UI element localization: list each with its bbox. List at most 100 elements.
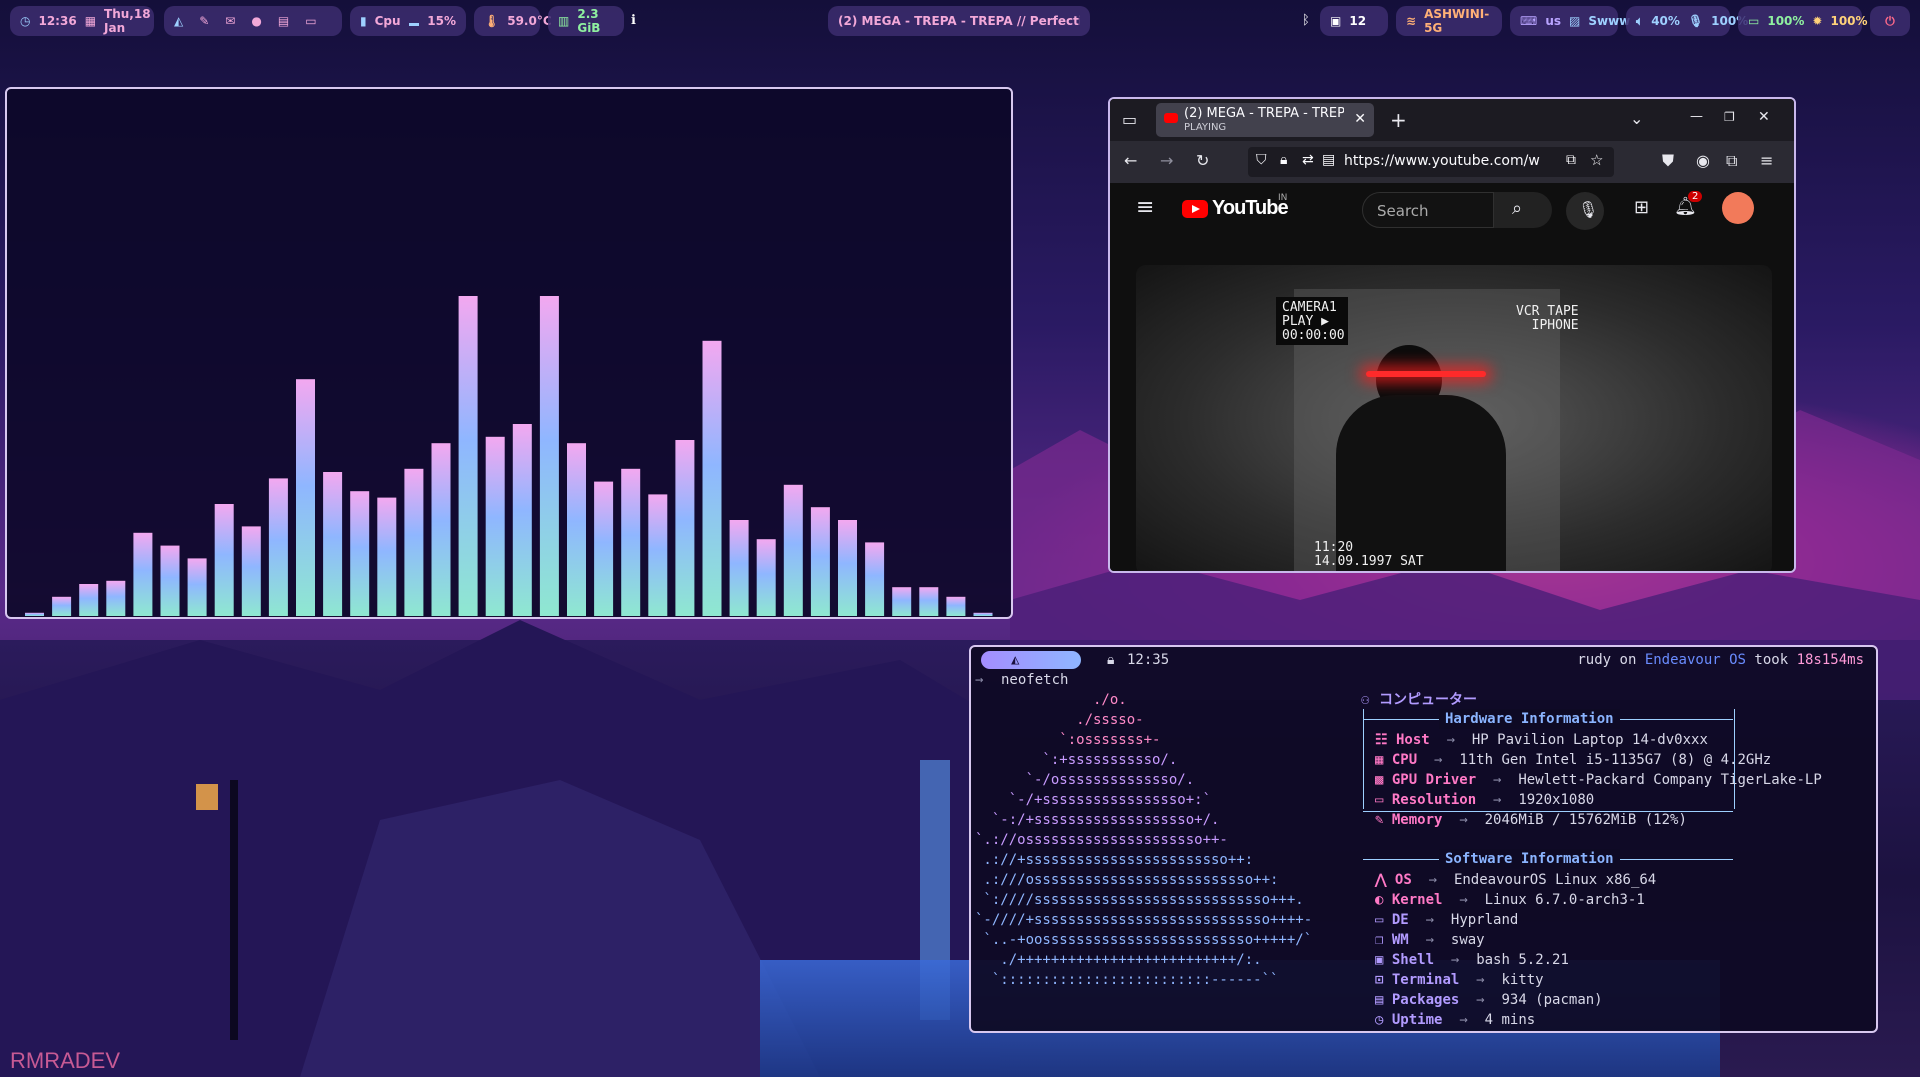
hw-key: Host xyxy=(1396,732,1430,748)
visualizer-bar xyxy=(512,424,532,616)
hardware-row: ✎ Memory → 2046MiB / 15762MiB (12%) xyxy=(1375,810,1687,830)
visualizer-bar xyxy=(621,468,641,616)
visualizer-bar xyxy=(458,296,478,616)
video-player[interactable]: CAMERA1 PLAY ▶ 00:00:00 VCR TAPE IPHONE … xyxy=(1136,265,1772,571)
visualizer-bar xyxy=(919,587,939,616)
tab-close-icon[interactable]: ✕ xyxy=(1354,111,1366,127)
now-playing-widget[interactable]: (2) MEGA - TREPA - TREPA // Perfection .… xyxy=(828,6,1090,36)
wallpaper-icon: ▨ xyxy=(1569,14,1581,28)
hw-row-icon: ▩ xyxy=(1375,772,1384,788)
hw-row-icon: ▦ xyxy=(1375,752,1384,768)
close-window-icon[interactable]: ✕ xyxy=(1758,109,1770,125)
visualizer-bars xyxy=(25,296,993,616)
visualizer-bar xyxy=(675,440,695,616)
sw-value: kitty xyxy=(1501,972,1544,988)
forward-icon[interactable]: → xyxy=(1160,151,1173,170)
account-icon[interactable]: ◉ xyxy=(1696,151,1710,170)
info-icon[interactable]: ℹ xyxy=(631,13,636,28)
wifi-widget[interactable]: ≋ ASHWINI-5G xyxy=(1396,6,1502,36)
power-button[interactable]: ⏻ xyxy=(1870,6,1910,36)
software-row: ▭ DE → Hyprland xyxy=(1375,910,1518,930)
extensions-icon[interactable]: ⧉ xyxy=(1726,151,1737,171)
software-row: ◐ Kernel → Linux 6.7.0-arch3-1 xyxy=(1375,890,1645,910)
software-row: ⋀ OS → EndeavourOS Linux x86_64 xyxy=(1375,870,1656,890)
ascii-line: `-/ossssssssssssso/. xyxy=(975,772,1195,788)
voice-search-button[interactable]: 🎙︎ xyxy=(1566,192,1604,230)
wifi-ssid: ASHWINI-5G xyxy=(1424,7,1490,35)
sw-key: WM xyxy=(1391,932,1409,948)
sw-key: Shell xyxy=(1391,952,1435,968)
visualizer-bar xyxy=(106,580,126,616)
hw-key: Resolution xyxy=(1391,792,1477,808)
visualizer-bar xyxy=(404,468,424,616)
clock-widget[interactable]: ◷ 12:36 ▦ Thu,18 Jan xyxy=(10,6,154,36)
prompt-os: Endeavour OS xyxy=(1644,652,1746,668)
ascii-line: `:osssssss+- xyxy=(975,732,1161,748)
hw-key: GPU Driver xyxy=(1391,772,1477,788)
create-video-icon[interactable]: ⊞ xyxy=(1634,197,1649,218)
visualizer-bar xyxy=(25,612,44,616)
visualizer-bar xyxy=(160,545,180,616)
sw-row-icon: ▤ xyxy=(1375,992,1384,1008)
cpu-icon: ▮ xyxy=(360,14,367,28)
maximize-icon[interactable]: ❐ xyxy=(1724,110,1735,124)
chat-icon[interactable]: ● xyxy=(251,14,261,28)
cpu-label: Cpu xyxy=(374,14,401,28)
menu-icon[interactable]: ≡ xyxy=(1760,151,1773,170)
youtube-wordmark[interactable]: YouTube xyxy=(1212,197,1289,220)
updates-widget[interactable]: ▣ 12 xyxy=(1320,6,1388,36)
hamburger-menu-icon[interactable]: ≡ xyxy=(1136,195,1154,220)
keyboard-wallpaper-widget[interactable]: ⌨ us ▨ Swww xyxy=(1510,6,1630,36)
hardware-section-title: Hardware Information xyxy=(1439,709,1620,729)
endeavour-logo-icon[interactable]: ◭ xyxy=(174,14,183,28)
visualizer-bar xyxy=(323,472,343,616)
visualizer-bar xyxy=(838,520,857,616)
memory-widget[interactable]: ▥ 2.3 GiB xyxy=(548,6,624,36)
app-launcher-group: ◭ ✎ ✉ ● ▤ ▭ xyxy=(164,6,342,36)
visualizer-bar xyxy=(350,491,370,616)
battery-value: 100% xyxy=(1767,14,1805,28)
bluetooth-icon[interactable]: ᛒ xyxy=(1302,13,1310,28)
pocket-icon[interactable]: ⛊ xyxy=(1662,151,1674,171)
audio-widget[interactable]: 🔈︎ 40% 🎙︎ 100% xyxy=(1626,6,1748,36)
temperature-widget[interactable]: 🌡︎ 59.0°C xyxy=(474,6,552,36)
avatar[interactable] xyxy=(1722,192,1754,224)
visualizer-bar xyxy=(79,584,99,616)
youtube-search-button[interactable]: ⌕ xyxy=(1494,192,1552,228)
audio-visualizer-window[interactable] xyxy=(5,87,1013,619)
youtube-region: IN xyxy=(1278,193,1288,203)
brush-icon[interactable]: ✎ xyxy=(199,14,209,28)
arrow-icon: → xyxy=(1476,992,1485,1008)
youtube-logo-icon[interactable] xyxy=(1182,200,1208,218)
visualizer-bar xyxy=(268,478,288,616)
chevron-down-icon[interactable]: ⌄ xyxy=(1630,109,1643,128)
kitty-terminal-window[interactable]: ◭ 🔒︎ 12:35 rudy on Endeavour OS took 18s… xyxy=(969,645,1878,1033)
visualizer-bar xyxy=(973,612,993,616)
software-row: ◷ Uptime → 4 mins xyxy=(1375,1010,1535,1030)
ascii-line: `:::::::::::::::::::::::::------`` xyxy=(975,972,1279,988)
calculator-icon[interactable]: ▤ xyxy=(278,14,289,28)
keyboard-layout: us xyxy=(1545,14,1562,28)
tab-list-icon[interactable]: ▭ xyxy=(1122,110,1137,129)
tab-youtube[interactable]: (2) MEGA - TREPA - TREPA PLAYING ✕ xyxy=(1156,103,1374,137)
cpu-value: 15% xyxy=(427,14,456,28)
visualizer-bar xyxy=(52,596,72,616)
cpu-usage-bar xyxy=(408,22,420,26)
cpu-widget[interactable]: ▮ Cpu 15% xyxy=(350,6,466,36)
sw-value: 4 mins xyxy=(1484,1012,1536,1028)
new-tab-icon[interactable]: + xyxy=(1390,108,1407,132)
battery-brightness-widget[interactable]: ▭ 100% ✹ 100% xyxy=(1738,6,1868,36)
mail-icon[interactable]: ✉ xyxy=(225,14,235,28)
ascii-line: .://+ssssssssssssssssssssssso++: xyxy=(975,852,1254,868)
tab-title: (2) MEGA - TREPA - TREPA xyxy=(1184,106,1344,121)
microphone-icon: 🎙︎ xyxy=(1578,200,1599,219)
visualizer-bar xyxy=(214,504,234,616)
firefox-window[interactable]: ▭ (2) MEGA - TREPA - TREPA PLAYING ✕ + ⌄… xyxy=(1108,97,1796,573)
url-bar[interactable]: ⛉ 🔒︎ ⇄ ▤ https://www.youtube.com/w ⧉ ☆ xyxy=(1248,147,1614,177)
youtube-search-input[interactable]: Search xyxy=(1362,192,1494,228)
reload-icon[interactable]: ↻ xyxy=(1196,151,1209,170)
arrow-icon: → xyxy=(1459,812,1468,828)
back-icon[interactable]: ← xyxy=(1124,151,1137,170)
monitor-icon[interactable]: ▭ xyxy=(305,14,316,28)
minimize-icon[interactable]: — xyxy=(1690,109,1703,124)
